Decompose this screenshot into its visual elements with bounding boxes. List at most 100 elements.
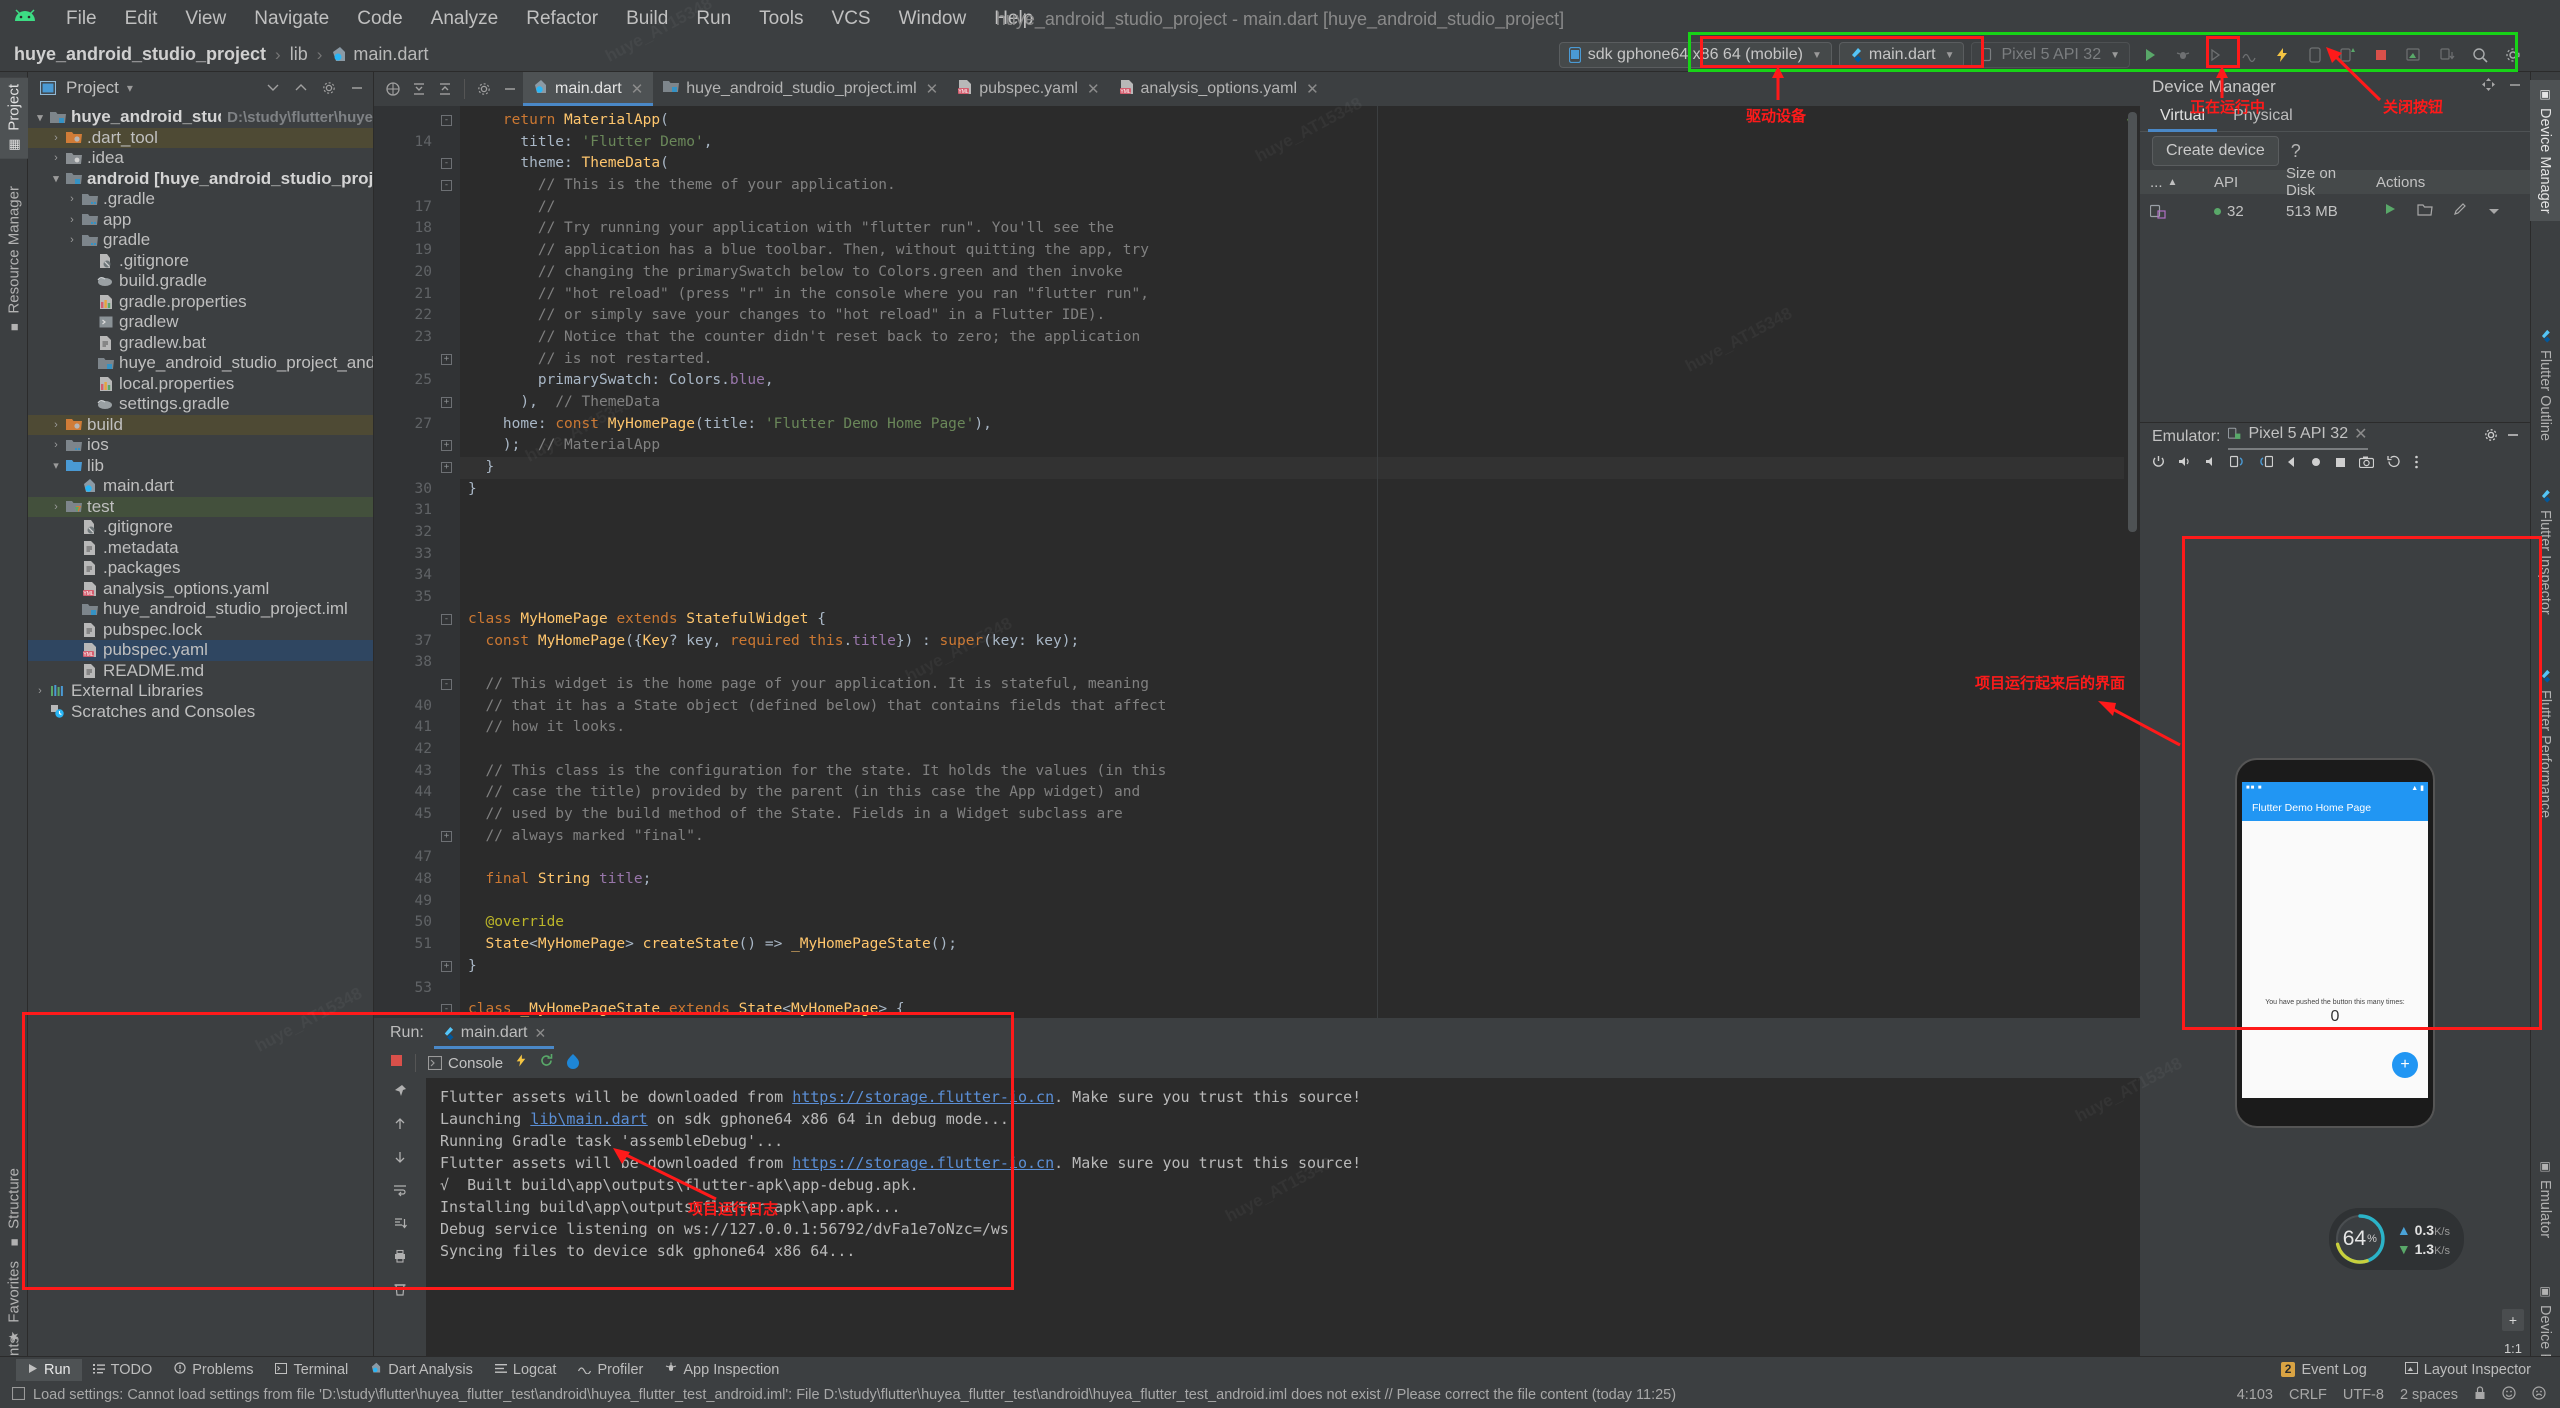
fold-collapse-icon[interactable]: - [441,115,452,126]
scroll-down-icon[interactable] [393,1150,407,1169]
hide-panel-icon[interactable] [347,78,367,98]
tree-node[interactable]: huye_android_studio_project.iml [28,599,373,620]
fold-collapse-icon[interactable]: - [441,158,452,170]
hot-reload-icon[interactable] [2269,42,2295,68]
collapse-all-icon[interactable] [432,76,458,102]
fold-collapse-icon[interactable]: - [441,613,452,625]
line-number[interactable]: 43 [374,761,460,783]
device-manager-tabs[interactable]: Virtual Physical [2140,102,2530,132]
sidebar-item-flutter-outline[interactable]: Flutter Outline [2530,322,2560,448]
chevron-down-icon[interactable]: ▾ [32,111,48,124]
tree-node[interactable]: README.md [28,661,373,682]
help-icon[interactable]: ? [2291,141,2301,162]
device-selector-combo[interactable]: sdk gphone64 x86 64 (mobile) ▼ [1558,42,1832,68]
zoom-in-button[interactable]: + [2502,1309,2524,1331]
menu-item-run[interactable]: Run [682,5,745,33]
line-number[interactable]: - [374,999,460,1018]
settings-gear-icon[interactable] [2484,428,2498,447]
tree-node[interactable]: YML pubspec.yaml [28,640,373,661]
pin-icon[interactable] [393,1084,407,1103]
editor-tab-pubspec-yaml[interactable]: YML pubspec.yaml ✕ [948,72,1109,106]
tree-node[interactable]: › .gradle [28,189,373,210]
line-number[interactable]: 20 [374,262,460,284]
line-number[interactable]: 25 [374,370,460,392]
column-api[interactable]: API [2204,174,2276,191]
code-line[interactable]: // used by the build method of the State… [460,804,2124,826]
emulator-device-tab[interactable]: Pixel 5 API 32 ✕ [2228,424,2368,450]
sdk-download-icon[interactable] [2434,42,2460,68]
tool-window-event-log[interactable]: 2 Event Log [2270,1359,2378,1381]
code-line[interactable] [460,565,2124,587]
line-number[interactable]: 35 [374,587,460,609]
close-icon[interactable]: ✕ [2354,424,2367,444]
menu-item-refactor[interactable]: Refactor [512,5,612,33]
close-icon[interactable]: ✕ [1087,80,1100,98]
line-number[interactable]: 31 [374,500,460,522]
tool-window-logcat[interactable]: Logcat [484,1359,568,1381]
column-name[interactable]: ... ▲ [2140,174,2204,191]
line-number[interactable]: + [374,349,460,371]
feedback-happy-icon[interactable] [2502,1386,2516,1404]
console-link[interactable]: https://storage.flutter-io.cn [792,1154,1054,1172]
chevron-right-icon[interactable]: › [64,234,80,246]
code-line[interactable]: return MaterialApp( [460,110,2124,132]
tree-node[interactable]: build.gradle [28,271,373,292]
dropdown-icon[interactable] [2487,203,2501,220]
line-number[interactable]: - [374,153,460,175]
fold-expand-icon[interactable]: + [441,396,452,408]
overview-icon[interactable] [2335,455,2346,473]
folder-icon[interactable] [2417,203,2433,220]
tree-node[interactable]: › test [28,496,373,517]
line-number[interactable]: 18 [374,218,460,240]
menu-item-build[interactable]: Build [612,5,682,33]
move-panel-icon[interactable] [2481,77,2496,97]
line-number[interactable]: 22 [374,305,460,327]
line-number[interactable]: + [374,435,460,457]
line-number[interactable]: 33 [374,544,460,566]
profile-icon[interactable] [2236,42,2262,68]
sidebar-item-resource-manager[interactable]: ■ Resource Manager [0,180,28,341]
settings-gear-icon[interactable] [471,76,497,102]
code-line[interactable]: } [460,479,2124,501]
line-number[interactable]: 53 [374,978,460,1000]
line-number[interactable]: 49 [374,891,460,913]
layout-inspector-icon[interactable] [2401,42,2427,68]
tree-node[interactable]: .metadata [28,538,373,559]
tree-node[interactable]: settings.gradle [28,394,373,415]
code-line[interactable]: } [460,956,2124,978]
line-number[interactable]: 51 [374,934,460,956]
sidebar-item-device-manager[interactable]: ▣ Device Manager [2530,80,2560,221]
code-line[interactable]: // case the title) provided by the paren… [460,782,2124,804]
fold-collapse-icon[interactable]: - [441,180,452,192]
tab-physical[interactable]: Physical [2219,104,2307,131]
chevron-right-icon[interactable]: › [64,214,80,226]
stop-icon[interactable] [390,1054,403,1072]
tree-node[interactable]: › app [28,210,373,231]
line-number[interactable]: - [374,175,460,197]
chevron-right-icon[interactable]: › [48,152,64,164]
line-number[interactable]: 21 [374,284,460,306]
status-message[interactable]: Load settings: Cannot load settings from… [33,1387,1676,1403]
select-opened-file-icon[interactable] [380,76,406,102]
editor-tab-main-dart[interactable]: main.dart ✕ [523,72,654,106]
breadcrumb-folder[interactable]: lib [290,44,308,65]
close-icon[interactable]: ✕ [926,80,939,98]
fold-expand-icon[interactable]: + [441,830,452,842]
line-number[interactable]: 45 [374,804,460,826]
code-line[interactable]: // This widget is the home page of your … [460,674,2124,696]
expand-all-icon[interactable] [263,78,283,98]
code-line[interactable] [460,978,2124,1000]
debug-icon[interactable] [2170,42,2196,68]
main-menu[interactable]: File Edit View Navigate Code Analyze Refactor B… [52,5,1047,33]
hot-restart-icon[interactable] [539,1053,554,1073]
lock-icon[interactable] [2474,1386,2486,1404]
tree-node[interactable]: gradlew [28,312,373,333]
code-line[interactable]: title: 'Flutter Demo', [460,132,2124,154]
code-line[interactable]: // Notice that the counter didn't reset … [460,327,2124,349]
tree-node[interactable]: gradle.properties [28,292,373,313]
tree-node[interactable]: ▾ huye_android_studio_project D:\study\flu… [28,107,373,128]
line-number[interactable]: 34 [374,565,460,587]
fold-expand-icon[interactable]: + [441,440,452,452]
code-line[interactable]: // or simply save your changes to "hot r… [460,305,2124,327]
scroll-up-icon[interactable] [393,1117,407,1136]
